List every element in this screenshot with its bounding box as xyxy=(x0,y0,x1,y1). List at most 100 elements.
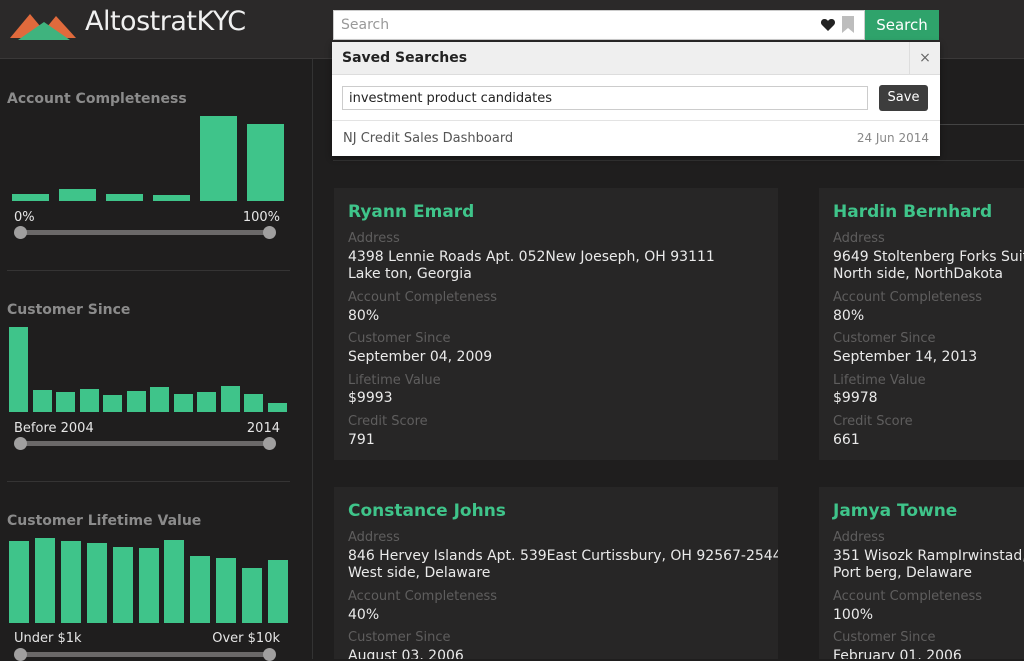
range-slider-min-handle[interactable] xyxy=(14,437,27,450)
customer-card[interactable]: Constance Johns Address 846 Hervey Islands… xyxy=(334,487,778,659)
range-slider-track[interactable] xyxy=(20,652,270,657)
histogram-bar[interactable] xyxy=(103,395,122,412)
save-search-button[interactable]: Save xyxy=(879,85,928,111)
app-brand: AltostratKYC xyxy=(85,6,246,37)
range-slider-track[interactable] xyxy=(20,230,270,235)
field-label-since: Customer Since xyxy=(833,630,936,645)
range-slider-min-handle[interactable] xyxy=(14,226,27,239)
histogram-bar[interactable] xyxy=(268,560,288,623)
saved-searches-title: Saved Searches xyxy=(342,50,468,66)
histogram-bar[interactable] xyxy=(87,543,107,623)
divider xyxy=(333,160,1024,161)
field-value-completeness: 100% xyxy=(833,607,874,623)
field-value-since: August 03, 2006 xyxy=(348,648,464,659)
field-value-address: Lake ton, Georgia xyxy=(348,266,472,282)
field-label-since: Customer Since xyxy=(348,630,451,645)
histogram-bar[interactable] xyxy=(247,124,284,201)
histogram-bar[interactable] xyxy=(197,392,216,412)
field-value-lifetime: $9978 xyxy=(833,390,878,406)
saved-search-item[interactable]: NJ Credit Sales Dashboard xyxy=(343,131,513,146)
field-value-address: 4398 Lennie Roads Apt. 052New Joeseph, O… xyxy=(348,249,715,265)
range-slider-max-handle[interactable] xyxy=(263,437,276,450)
range-min-label: Before 2004 xyxy=(14,421,94,436)
histogram-bar[interactable] xyxy=(174,394,193,412)
saved-searches-header: Saved Searches × xyxy=(332,42,940,75)
bookmark-icon[interactable] xyxy=(842,16,854,33)
heart-icon[interactable] xyxy=(820,17,836,33)
histogram-bar[interactable] xyxy=(153,195,190,201)
field-label-completeness: Account Completeness xyxy=(833,290,983,305)
histogram-bar[interactable] xyxy=(35,538,55,623)
customer-name[interactable]: Hardin Bernhard xyxy=(833,202,992,222)
field-value-since: February 01, 2006 xyxy=(833,648,962,659)
field-value-credit: 791 xyxy=(348,432,375,448)
field-value-address: 351 Wisozk RampIrwinstad, TN xyxy=(833,548,1024,564)
field-label-lifetime: Lifetime Value xyxy=(833,373,926,388)
histogram-bar[interactable] xyxy=(164,540,184,623)
field-value-credit: 661 xyxy=(833,432,860,448)
customer-card[interactable]: Jamya Towne Address 351 Wisozk RampIrwinst… xyxy=(819,487,1024,659)
range-slider-max-handle[interactable] xyxy=(263,648,276,661)
field-value-address: 9649 Stoltenberg Forks Suite 1 xyxy=(833,249,1024,265)
histogram-bar[interactable] xyxy=(59,189,96,201)
altostrat-logo-icon xyxy=(10,14,76,40)
histogram-bar[interactable] xyxy=(139,548,159,623)
range-min-label: 0% xyxy=(14,210,35,225)
range-slider-max-handle[interactable] xyxy=(263,226,276,239)
field-value-since: September 04, 2009 xyxy=(348,349,493,365)
field-label-since: Customer Since xyxy=(833,331,936,346)
search-input[interactable] xyxy=(334,11,818,39)
histogram-bar[interactable] xyxy=(56,392,75,412)
saved-search-name-input[interactable] xyxy=(342,86,868,110)
field-value-address: Port berg, Delaware xyxy=(833,565,972,581)
histogram-bar[interactable] xyxy=(200,116,237,201)
range-slider-track[interactable] xyxy=(20,441,270,446)
saved-search-date: 24 Jun 2014 xyxy=(856,131,929,145)
customer-name[interactable]: Jamya Towne xyxy=(833,501,957,521)
histogram-bar[interactable] xyxy=(244,394,263,412)
range-min-label: Under $1k xyxy=(14,631,82,646)
field-label-address: Address xyxy=(833,530,885,545)
facet-title: Customer Lifetime Value xyxy=(7,513,202,529)
customer-name[interactable]: Constance Johns xyxy=(348,501,506,521)
search-button[interactable]: Search xyxy=(865,10,939,40)
field-value-completeness: 80% xyxy=(348,308,380,324)
histogram-bar[interactable] xyxy=(127,391,146,412)
field-label-completeness: Account Completeness xyxy=(348,290,498,305)
divider xyxy=(940,124,1024,125)
histogram-bar[interactable] xyxy=(150,387,169,412)
field-value-completeness: 80% xyxy=(833,308,865,324)
histogram-bar[interactable] xyxy=(12,194,49,201)
histogram-bar[interactable] xyxy=(9,327,28,412)
field-label-address: Address xyxy=(348,530,400,545)
facet-title: Account Completeness xyxy=(7,91,187,107)
field-label-address: Address xyxy=(348,231,400,246)
saved-searches-dropdown: Saved Searches × Save NJ Credit Sales Da… xyxy=(332,42,940,156)
histogram-bar[interactable] xyxy=(61,541,81,623)
histogram-bar[interactable] xyxy=(80,389,99,412)
field-value-completeness: 40% xyxy=(348,607,380,623)
histogram-bar[interactable] xyxy=(106,194,143,201)
histogram-bar[interactable] xyxy=(242,568,262,623)
field-label-lifetime: Lifetime Value xyxy=(348,373,441,388)
search-box xyxy=(333,10,865,40)
field-value-address: 846 Hervey Islands Apt. 539East Curtissb… xyxy=(348,548,778,564)
histogram-bar[interactable] xyxy=(268,403,287,412)
customer-card[interactable]: Ryann Emard Address 4398 Lennie Roads Apt.… xyxy=(334,188,778,460)
histogram-bar[interactable] xyxy=(113,547,133,623)
field-label-credit: Credit Score xyxy=(833,414,913,429)
histogram-bar[interactable] xyxy=(33,390,52,412)
field-value-since: September 14, 2013 xyxy=(833,349,978,365)
histogram-bar[interactable] xyxy=(190,556,210,623)
customer-card[interactable]: Hardin Bernhard Address 9649 Stoltenberg F… xyxy=(819,188,1024,460)
facet-title: Customer Since xyxy=(7,302,131,318)
close-icon[interactable]: × xyxy=(909,42,940,74)
range-max-label: 2014 xyxy=(246,421,280,436)
histogram-bar[interactable] xyxy=(221,386,240,412)
range-slider-min-handle[interactable] xyxy=(14,648,27,661)
field-label-completeness: Account Completeness xyxy=(348,589,498,604)
histogram-bar[interactable] xyxy=(9,541,29,623)
field-label-address: Address xyxy=(833,231,885,246)
customer-name[interactable]: Ryann Emard xyxy=(348,202,474,222)
histogram-bar[interactable] xyxy=(216,558,236,623)
